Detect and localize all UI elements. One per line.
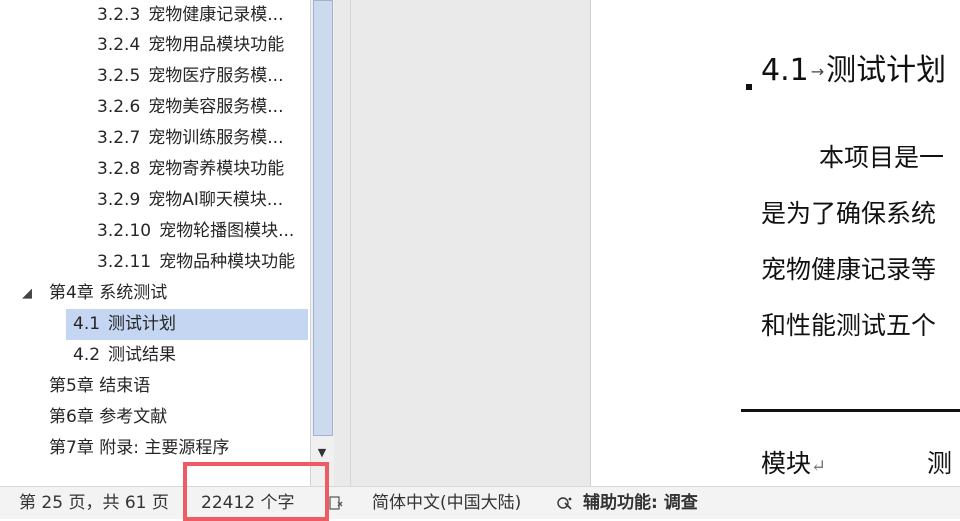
return-mark-icon: ↵ (811, 456, 827, 477)
table-cell[interactable]: 测 (927, 444, 952, 480)
paragraph-line: 本项目是一 (819, 143, 945, 172)
table-cell[interactable]: 模块↵ (761, 444, 826, 480)
nav-item-4-2[interactable]: 4.2 测试结果 (0, 340, 308, 371)
document-canvas-background (334, 0, 590, 486)
status-bar: 第 25 页，共 61 页 22412 个字 简体中文(中国大陆) 辅助功能: … (0, 486, 960, 519)
nav-item-chapter-5[interactable]: 第5章 结束语 (0, 371, 308, 402)
proofing-icon[interactable] (328, 495, 344, 511)
nav-item-3-2-11[interactable]: 3.2.11 宠物品种模块功能 (0, 247, 308, 278)
navigation-pane: 3.2.3 宠物健康记录模... 3.2.4 宠物用品模块功能 3.2.5 宠物医疗服… (0, 0, 334, 486)
nav-item-3-2-6[interactable]: 3.2.6 宠物美容服务模... (0, 92, 308, 123)
heading-list: 3.2.3 宠物健康记录模... 3.2.4 宠物用品模块功能 3.2.5 宠物医疗服… (0, 0, 310, 486)
nav-item-3-2-4[interactable]: 3.2.4 宠物用品模块功能 (0, 30, 308, 61)
scrollbar-thumb[interactable] (313, 0, 333, 436)
nav-item-3-2-9[interactable]: 3.2.9 宠物AI聊天模块... (0, 185, 308, 216)
nav-item-3-2-3[interactable]: 3.2.3 宠物健康记录模... (0, 0, 308, 31)
nav-item-chapter-7[interactable]: 第7章 附录: 主要源程序 (0, 433, 308, 464)
language-indicator[interactable]: 简体中文(中国大陆) (372, 487, 521, 519)
nav-item-3-2-5[interactable]: 3.2.5 宠物医疗服务模... (0, 61, 308, 92)
page-number-indicator[interactable]: 第 25 页，共 61 页 (19, 487, 169, 519)
tab-arrow-icon: → (810, 62, 825, 81)
nav-item-chapter-6[interactable]: 第6章 参考文献 (0, 402, 308, 433)
paragraph-mark-bullet (746, 84, 752, 90)
nav-item-3-2-8[interactable]: 3.2.8 宠物寄养模块功能 (0, 154, 308, 185)
nav-item-3-2-10[interactable]: 3.2.10 宠物轮播图模块... (0, 216, 308, 247)
paragraph-line: 和性能测试五个 (761, 311, 937, 340)
table-top-border (741, 409, 960, 412)
collapse-triangle-icon[interactable]: ◢ (22, 278, 32, 309)
nav-item-chapter-4[interactable]: ◢ 第4章 系统测试 (0, 278, 308, 309)
section-heading: 4.1 →测试计划 (761, 53, 947, 88)
nav-item-3-2-7[interactable]: 3.2.7 宠物训练服务模... (0, 123, 308, 154)
accessibility-icon[interactable] (557, 495, 573, 511)
nav-item-4-1-selected[interactable]: 4.1 测试计划 (66, 309, 308, 340)
paragraph-line: 是为了确保系统 (761, 199, 937, 228)
word-count-highlight-box (183, 462, 329, 521)
nav-scrollbar[interactable]: ▼ (310, 0, 334, 486)
paragraph-line: 宠物健康记录等 (761, 255, 937, 284)
pane-divider[interactable] (350, 0, 351, 486)
document-page[interactable]: 4.1 →测试计划 本项目是一 是为了确保系统 宠物健康记录等 和性能测试五个 模… (590, 0, 960, 486)
accessibility-status[interactable]: 辅助功能: 调查 (583, 487, 698, 519)
